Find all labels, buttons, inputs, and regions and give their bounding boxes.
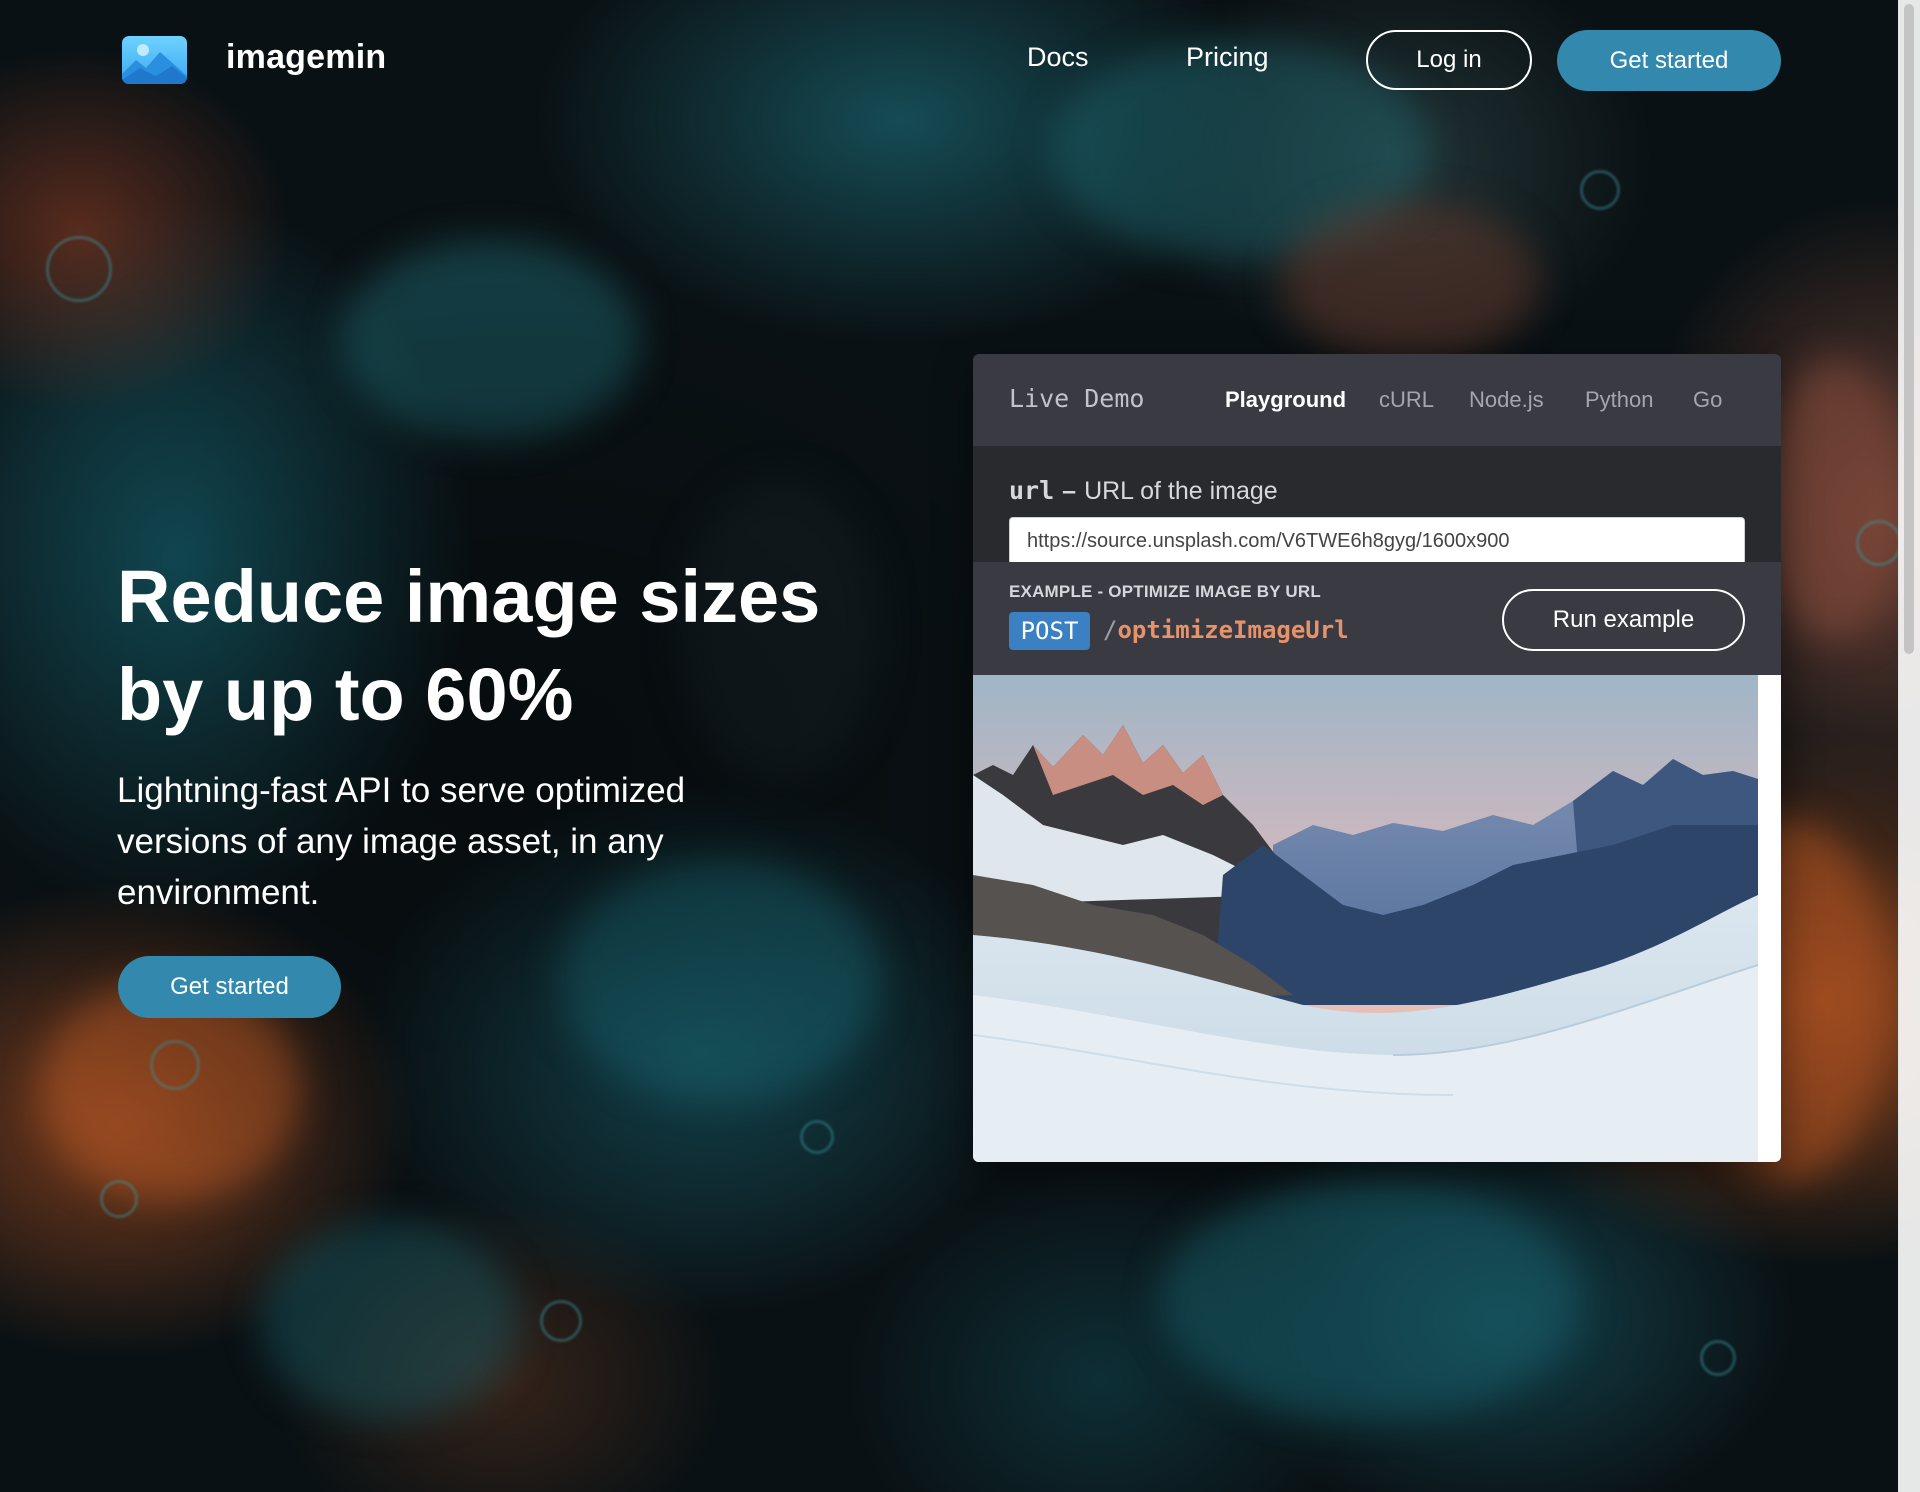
hero-title-line-2: by up to 60% [117,653,574,736]
tab-nodejs[interactable]: Node.js [1469,387,1544,413]
header-get-started-button[interactable]: Get started [1557,30,1781,91]
param-description: URL of the image [1084,477,1278,505]
demo-label: Live Demo [1009,384,1145,413]
mountain-landscape-image [973,675,1781,1162]
run-example-button[interactable]: Run example [1502,589,1745,651]
site-header: imagemin Docs Pricing Log in Get started [0,0,1899,120]
hero-title: Reduce image sizes by up to 60% [117,548,857,744]
endpoint-name: optimizeImageUrl [1117,616,1349,644]
image-icon[interactable] [122,36,187,84]
hero-get-started-button[interactable]: Get started [118,956,341,1018]
login-button[interactable]: Log in [1366,30,1532,90]
page-scrollbar[interactable] [1898,0,1920,1492]
param-name: url [1009,476,1055,505]
endpoint-path: /optimizeImageUrl [1103,616,1349,644]
param-section: url – URL of the image [973,446,1781,565]
example-section: EXAMPLE - OPTIMIZE IMAGE BY URL POST /op… [973,562,1781,675]
http-method-badge: POST [1009,612,1090,650]
brand-name[interactable]: imagemin [226,38,386,77]
tab-go[interactable]: Go [1693,387,1722,413]
nav-docs-link[interactable]: Docs [1027,42,1089,73]
tab-playground[interactable]: Playground [1225,387,1346,413]
tab-curl[interactable]: cURL [1379,387,1434,413]
hero-subtitle: Lightning-fast API to serve optimized ve… [117,771,686,912]
hero-title-line-1: Reduce image sizes [117,555,821,638]
tab-python[interactable]: Python [1585,387,1654,413]
param-label: url – URL of the image [1009,476,1278,506]
url-input[interactable] [1009,517,1745,565]
endpoint-slash: / [1103,616,1118,644]
scrollbar-thumb[interactable] [1904,4,1914,654]
demo-tab-bar: Live Demo Playground cURL Node.js Python… [973,354,1781,446]
param-separator: – [1062,477,1077,505]
live-demo-panel: Live Demo Playground cURL Node.js Python… [973,354,1781,1162]
nav-pricing-link[interactable]: Pricing [1186,42,1269,73]
example-title: EXAMPLE - OPTIMIZE IMAGE BY URL [1009,582,1321,601]
